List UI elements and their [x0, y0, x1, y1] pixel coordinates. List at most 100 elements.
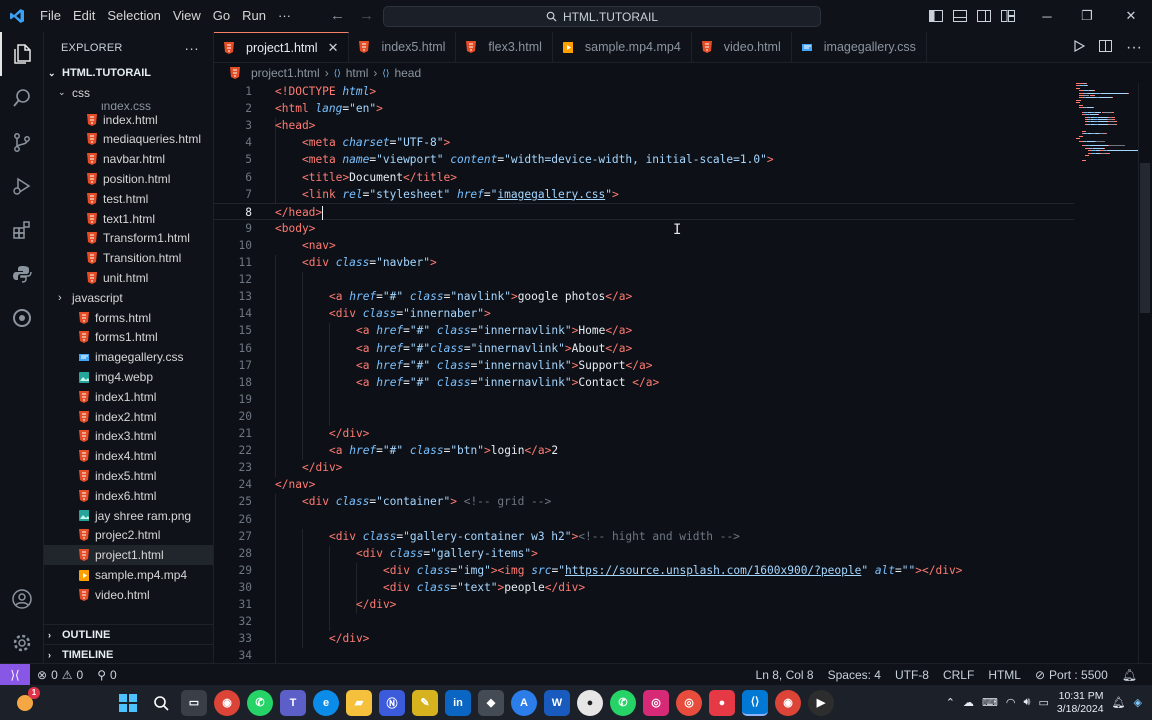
run-icon[interactable] — [1073, 39, 1086, 57]
menu-item-selection[interactable]: Selection — [101, 0, 166, 32]
chrome2-icon[interactable]: ◉ — [775, 689, 801, 716]
chat-icon[interactable]: ● — [577, 689, 603, 716]
line-ending[interactable]: CRLF — [936, 668, 981, 682]
keyboard-icon[interactable]: ⌨ — [982, 696, 998, 709]
menu-item-go[interactable]: Go — [207, 0, 236, 32]
scrollbar-thumb[interactable] — [1140, 163, 1150, 313]
indentation[interactable]: Spaces: 4 — [821, 668, 888, 682]
python-icon[interactable] — [0, 252, 44, 296]
edge-icon[interactable]: e — [313, 689, 339, 716]
widgets-icon[interactable]: 1 — [12, 686, 40, 716]
workspace-root[interactable]: ⌄ HTML.TUTORAIL — [44, 63, 213, 83]
code-editor[interactable]: 1 <!DOCTYPE html> 2 <html lang="en"> 3 <head>… — [214, 83, 1152, 663]
extensions-icon[interactable] — [0, 208, 44, 252]
remote-indicator-icon[interactable]: ⟩⟨ — [0, 663, 30, 686]
tree-file-video-html[interactable]: video.html — [44, 585, 213, 605]
whatsapp2-icon[interactable]: ✆ — [610, 689, 636, 716]
tree-file-forms1-html[interactable]: forms1.html — [44, 328, 213, 348]
folder-javascript[interactable]: › javascript — [44, 288, 213, 308]
tree-clipped-item[interactable]: index.css — [44, 103, 213, 110]
tree-file-transform1-html[interactable]: Transform1.html — [44, 229, 213, 249]
command-center-search[interactable]: HTML.TUTORAIL — [383, 6, 821, 27]
close-tab-icon[interactable]: ✕ — [328, 40, 339, 56]
tree-file-sample-mp4-mp4[interactable]: sample.mp4.mp4 — [44, 565, 213, 585]
vscode-taskbar-icon[interactable]: ⟨⟩ — [742, 689, 768, 716]
teams-icon[interactable]: T — [280, 689, 306, 716]
search-taskbar-icon[interactable] — [148, 690, 174, 716]
tab-sample-mp4-mp4[interactable]: sample.mp4.mp4 — [553, 32, 692, 62]
chrome-icon[interactable]: ◉ — [214, 689, 240, 716]
outline-section[interactable]: › OUTLINE — [44, 624, 214, 644]
language-mode[interactable]: HTML — [981, 668, 1028, 682]
breadcrumb-item[interactable]: html — [346, 66, 369, 80]
menu-item-file[interactable]: File — [34, 0, 67, 32]
problems-status[interactable]: ⊗ 0 ⚠ 0 — [30, 668, 90, 682]
file-explorer-icon[interactable]: ▰ — [346, 689, 372, 716]
task-view-icon[interactable]: ▭ — [181, 689, 207, 716]
instagram-icon[interactable]: ◎ — [643, 689, 669, 716]
folder-css[interactable]: ⌄ css — [44, 83, 213, 103]
whatsapp-icon[interactable]: ✆ — [247, 689, 273, 716]
app2-icon[interactable]: ◆ — [478, 689, 504, 716]
tree-file-index1-html[interactable]: index1.html — [44, 387, 213, 407]
ports-status[interactable]: ⚲ 0 — [90, 668, 123, 682]
menu-item-edit[interactable]: Edit — [67, 0, 101, 32]
tree-file-imagegallery-css[interactable]: imagegallery.css — [44, 347, 213, 367]
clock[interactable]: 10:31 PM 3/18/2024 — [1057, 690, 1104, 716]
forward-arrow-icon[interactable]: → — [359, 0, 374, 32]
toggle-panel-icon[interactable] — [948, 0, 972, 32]
source-control-icon[interactable] — [0, 120, 44, 164]
tab-flex3-html[interactable]: flex3.html — [456, 32, 553, 62]
vertical-scrollbar[interactable] — [1138, 83, 1152, 663]
tree-file-img4-webp[interactable]: img4.webp — [44, 367, 213, 387]
tree-file-index-html[interactable]: index.html — [44, 110, 213, 130]
tree-file-position-html[interactable]: position.html — [44, 169, 213, 189]
notifications-bell-icon[interactable]: 🔔︎ — [1115, 668, 1144, 682]
run-debug-icon[interactable] — [0, 164, 44, 208]
menu-item-view[interactable]: View — [167, 0, 207, 32]
recorder-icon[interactable]: ● — [709, 689, 735, 716]
back-arrow-icon[interactable]: ← — [330, 0, 345, 32]
app-icon[interactable]: Ⓝ — [379, 689, 405, 716]
maximize-icon[interactable]: ❐ — [1064, 0, 1110, 32]
tree-file-index5-html[interactable]: index5.html — [44, 466, 213, 486]
tree-file-navbar-html[interactable]: navbar.html — [44, 149, 213, 169]
tab-imagegallery-css[interactable]: imagegallery.css — [792, 32, 927, 62]
tab-video-html[interactable]: video.html — [692, 32, 792, 62]
encoding[interactable]: UTF-8 — [888, 668, 936, 682]
menu-item-more[interactable]: ··· — [272, 0, 297, 32]
menu-item-run[interactable]: Run — [236, 0, 272, 32]
minimap[interactable] — [1076, 83, 1138, 183]
accounts-icon[interactable] — [0, 577, 44, 621]
tree-file-mediaqueries-html[interactable]: mediaqueries.html — [44, 130, 213, 150]
tab-project1-html[interactable]: project1.html ✕ — [214, 32, 350, 62]
breadcrumb-item[interactable]: head — [394, 66, 421, 80]
volume-icon[interactable]: 🔊︎ — [1024, 696, 1031, 709]
tree-file-index4-html[interactable]: index4.html — [44, 446, 213, 466]
minimize-icon[interactable]: ─ — [1030, 0, 1064, 32]
start-icon[interactable] — [115, 690, 141, 716]
tree-file-test-html[interactable]: test.html — [44, 189, 213, 209]
media-player-icon[interactable]: ▶ — [808, 689, 834, 716]
wifi-icon[interactable]: ◠ — [1006, 696, 1016, 709]
tree-file-unit-html[interactable]: unit.html — [44, 268, 213, 288]
copilot-icon[interactable]: ◈ — [1134, 696, 1142, 709]
onedrive-icon[interactable]: ☁ — [963, 696, 974, 709]
tree-file-forms-html[interactable]: forms.html — [44, 308, 213, 328]
tree-file-projec2-html[interactable]: projec2.html — [44, 526, 213, 546]
toggle-secondary-sidebar-icon[interactable] — [972, 0, 996, 32]
word-icon[interactable]: W — [544, 689, 570, 716]
remote-explorer-icon[interactable] — [0, 296, 44, 340]
tree-file-index3-html[interactable]: index3.html — [44, 427, 213, 447]
manage-gear-icon[interactable] — [0, 621, 44, 665]
app-store-icon[interactable]: A — [511, 689, 537, 716]
search-sidebar-icon[interactable] — [0, 76, 44, 120]
live-server-port[interactable]: ⊘ Port : 5500 — [1028, 668, 1115, 682]
linkedin-icon[interactable]: in — [445, 689, 471, 716]
split-editor-icon[interactable] — [1099, 39, 1113, 57]
tree-file-jay-shree-ram-png[interactable]: jay shree ram.png — [44, 506, 213, 526]
tree-file-index6-html[interactable]: index6.html — [44, 486, 213, 506]
battery-icon[interactable]: ▭ — [1038, 696, 1048, 709]
instagram2-icon[interactable]: ◎ — [676, 689, 702, 716]
customize-layout-icon[interactable] — [996, 0, 1020, 32]
